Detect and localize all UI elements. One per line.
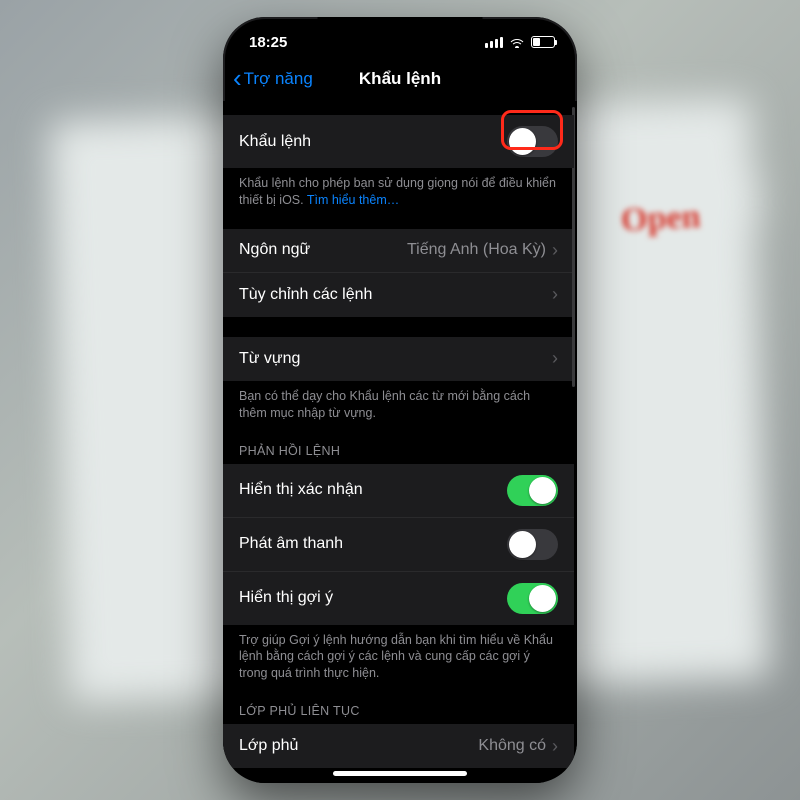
play-sound-row[interactable]: Phát âm thanh — [223, 518, 574, 572]
signal-icon — [485, 37, 503, 48]
customize-label: Tùy chỉnh các lệnh — [239, 286, 372, 304]
settings-content: Khẩu lệnh Khẩu lệnh cho phép bạn sử dụng… — [223, 101, 577, 783]
customize-commands-row[interactable]: Tùy chỉnh các lệnh › — [223, 273, 574, 317]
voice-control-footer: Khẩu lệnh cho phép bạn sử dụng giọng nói… — [223, 168, 574, 209]
overlay-label: Lớp phủ — [239, 737, 298, 755]
battery-icon — [531, 36, 555, 48]
chevron-right-icon: › — [552, 736, 558, 757]
voice-control-toggle-row[interactable]: Khẩu lệnh — [223, 115, 574, 168]
show-hints-label: Hiển thị gợi ý — [239, 589, 333, 607]
nav-bar: ‹ Trợ năng Khẩu lệnh — [223, 57, 577, 101]
notch — [318, 17, 483, 45]
page-title: Khẩu lệnh — [359, 69, 441, 89]
language-row[interactable]: Ngôn ngữ Tiếng Anh (Hoa Kỳ) › — [223, 229, 574, 273]
learn-more-link[interactable]: Tìm hiểu thêm… — [307, 193, 399, 207]
show-confirmation-row[interactable]: Hiển thị xác nhận — [223, 464, 574, 518]
chevron-right-icon: › — [552, 240, 558, 261]
vocabulary-row[interactable]: Từ vựng › — [223, 337, 574, 381]
home-indicator[interactable] — [333, 771, 467, 776]
voice-control-toggle[interactable] — [507, 126, 558, 157]
background-open-sign: Open — [620, 198, 701, 240]
play-sound-toggle[interactable] — [507, 529, 558, 560]
section-header-overlay: LỚP PHỦ LIÊN TỤC — [223, 682, 574, 724]
wifi-icon — [509, 36, 525, 48]
phone-frame: 18:25 ‹ Trợ năng Khẩu lệnh Khẩu lệnh Khẩ… — [223, 17, 577, 783]
show-hints-toggle[interactable] — [507, 583, 558, 614]
overlay-value: Không có — [478, 737, 552, 755]
back-label: Trợ năng — [244, 69, 313, 89]
voice-control-label: Khẩu lệnh — [239, 133, 311, 151]
chevron-right-icon: › — [552, 284, 558, 305]
feedback-footer: Trợ giúp Gợi ý lệnh hướng dẫn bạn khi tì… — [223, 625, 574, 683]
overlay-row[interactable]: Lớp phủ Không có › — [223, 724, 574, 768]
status-time: 18:25 — [249, 34, 287, 51]
language-value: Tiếng Anh (Hoa Kỳ) — [407, 241, 552, 259]
back-button[interactable]: ‹ Trợ năng — [233, 69, 313, 89]
language-label: Ngôn ngữ — [239, 241, 310, 259]
vocabulary-label: Từ vựng — [239, 350, 300, 368]
show-confirmation-toggle[interactable] — [507, 475, 558, 506]
vocabulary-footer: Bạn có thể dạy cho Khẩu lệnh các từ mới … — [223, 381, 574, 422]
section-header-feedback: PHẢN HỒI LỆNH — [223, 422, 574, 464]
show-hints-row[interactable]: Hiển thị gợi ý — [223, 572, 574, 625]
show-confirmation-label: Hiển thị xác nhận — [239, 481, 363, 499]
chevron-right-icon: › — [552, 348, 558, 369]
play-sound-label: Phát âm thanh — [239, 535, 343, 553]
